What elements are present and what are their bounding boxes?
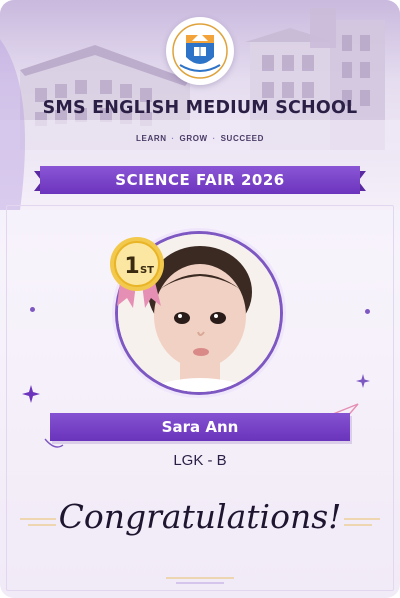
certificate-card: SMS ENGLISH MEDIUM SCHOOL LEARN · GROW ·…: [0, 0, 400, 598]
event-title: SCIENCE FAIR 2026: [115, 171, 285, 189]
star-icon: [356, 374, 370, 388]
decorative-dot: [30, 307, 35, 312]
tagline-separator: ·: [212, 134, 216, 143]
school-logo: [166, 17, 234, 85]
tagline-separator: ·: [171, 134, 175, 143]
medal-rank: 1: [124, 254, 139, 279]
tagline-word: GROW: [179, 134, 208, 143]
medal-rank-suffix: ST: [140, 265, 154, 276]
decorative-bottom-lines: [166, 577, 234, 584]
event-ribbon: SCIENCE FAIR 2026: [34, 166, 366, 194]
medal-icon: 1 ST: [110, 237, 164, 308]
school-name: SMS ENGLISH MEDIUM SCHOOL: [42, 98, 358, 118]
tagline-word: SUCCEED: [220, 134, 264, 143]
decorative-dot: [365, 309, 370, 314]
student-name-plate: Sara Ann: [50, 413, 350, 441]
tagline-word: LEARN: [136, 134, 167, 143]
student-name: Sara Ann: [161, 418, 239, 436]
ribbon-band: SCIENCE FAIR 2026: [40, 166, 360, 194]
school-logo-icon: [172, 23, 228, 79]
school-tagline: LEARN · GROW · SUCCEED: [0, 134, 400, 143]
student-class: LGK - B: [173, 452, 227, 469]
decorative-lines-right: [344, 518, 380, 526]
star-icon: [22, 385, 40, 403]
